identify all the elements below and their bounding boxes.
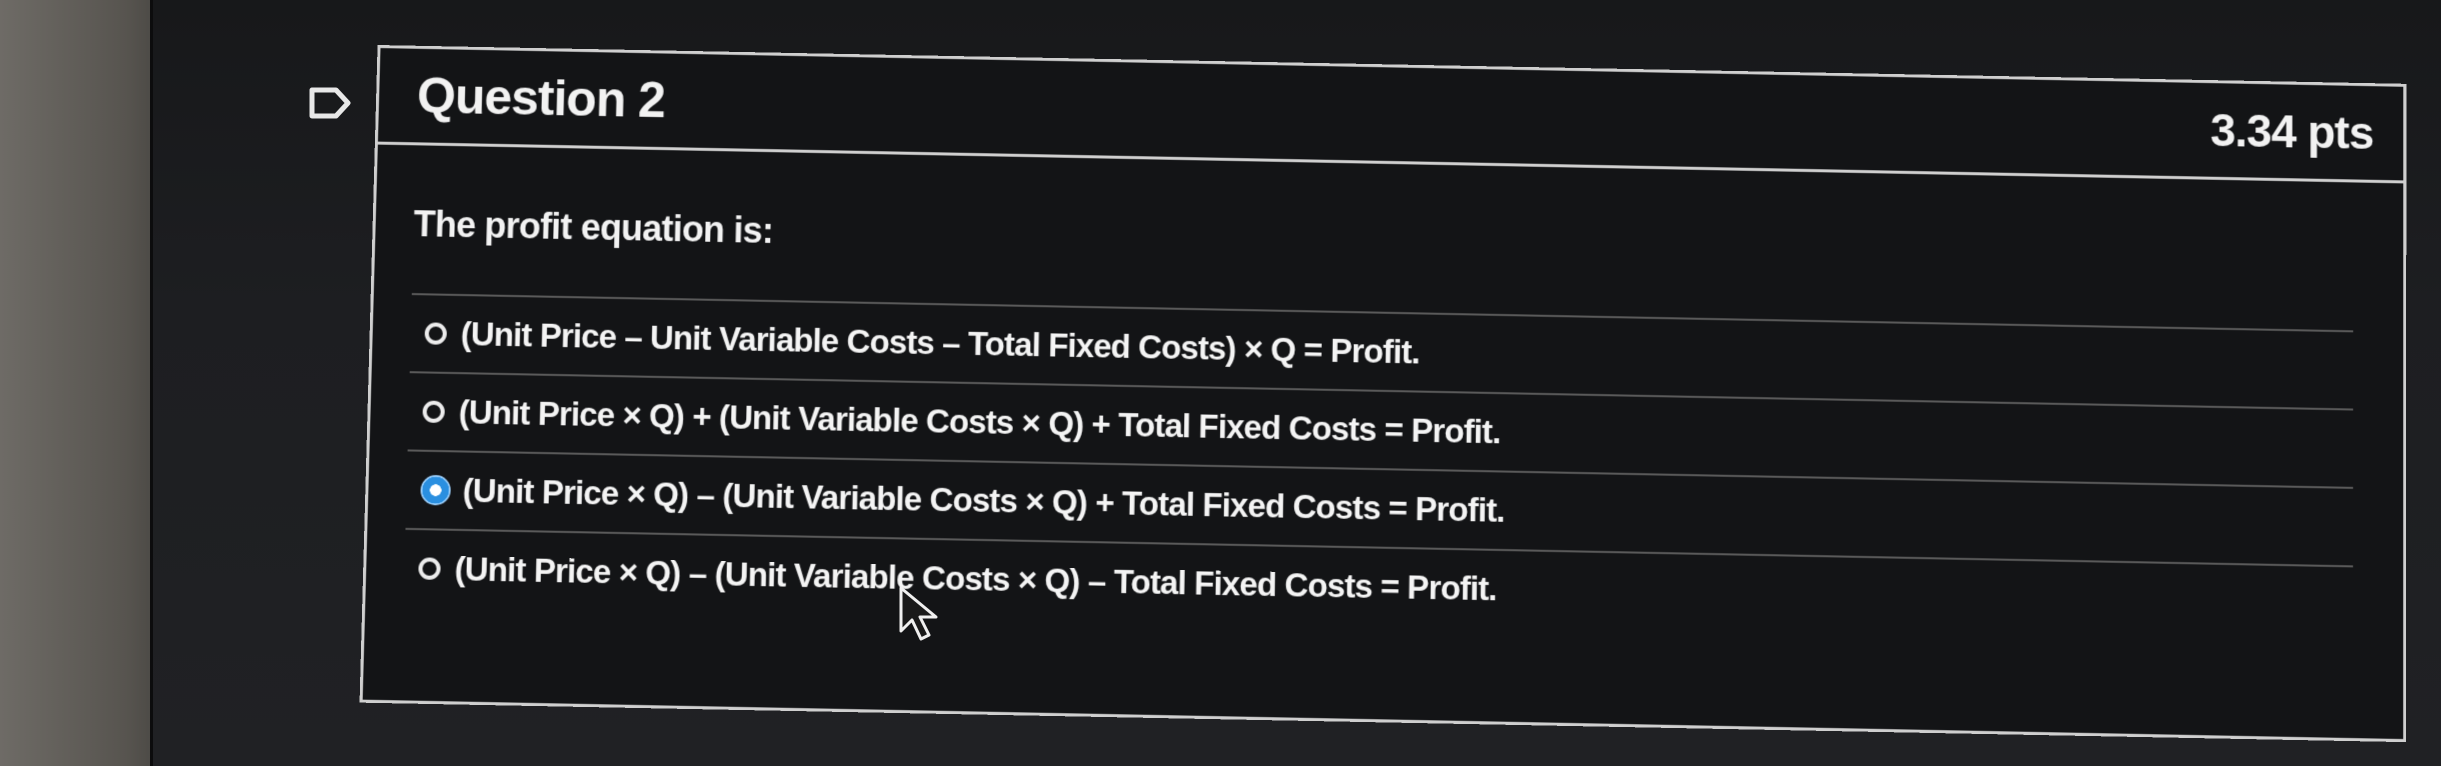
question-title: Question 2 — [416, 67, 666, 129]
question-body: The profit equation is: (Unit Price – Un… — [365, 145, 2403, 645]
radio-button[interactable] — [424, 322, 448, 345]
radio-button[interactable] — [418, 557, 441, 580]
answer-label: (Unit Price × Q) – (Unit Variable Costs … — [462, 471, 1505, 529]
radio-button-selected[interactable] — [420, 474, 452, 506]
flag-question-icon[interactable] — [308, 86, 352, 120]
answer-label: (Unit Price – Unit Variable Costs – Tota… — [460, 315, 1420, 371]
question-card: Question 2 3.34 pts The profit equation … — [359, 45, 2407, 743]
answer-label: (Unit Price × Q) + (Unit Variable Costs … — [458, 393, 1501, 451]
answer-list: (Unit Price – Unit Variable Costs – Tota… — [403, 293, 2354, 645]
answer-label: (Unit Price × Q) – (Unit Variable Costs … — [454, 549, 1497, 608]
question-prompt: The profit equation is: — [413, 203, 774, 251]
radio-button[interactable] — [422, 400, 445, 424]
question-points: 3.34 pts — [2210, 103, 2374, 159]
mouse-pointer-icon — [899, 586, 938, 641]
